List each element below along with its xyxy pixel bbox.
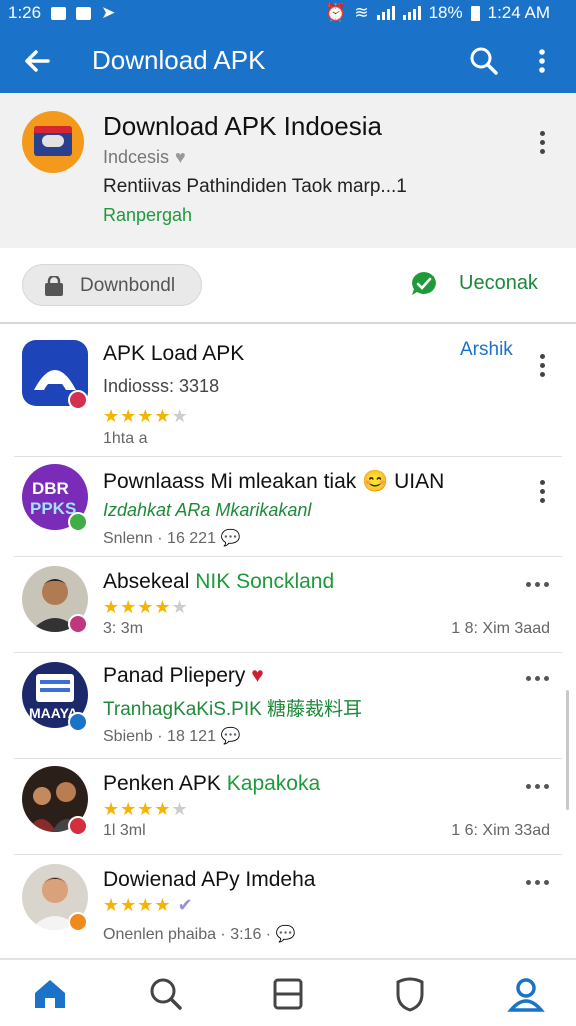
list-item[interactable]: DBR PPKS Pownlaass Mi mleakan tiak 😊 UIAN… xyxy=(0,460,576,556)
app-bar: Download APK xyxy=(0,27,576,93)
send-icon: ➤ xyxy=(101,3,116,22)
tablet-icon[interactable] xyxy=(268,974,308,1014)
featured-more-icon[interactable] xyxy=(532,131,552,154)
app-link[interactable]: Arshik xyxy=(460,339,513,361)
app-right-meta: 1 8: Xim 3aad xyxy=(451,620,550,637)
verified-icon: ✔ xyxy=(177,895,194,915)
search-icon[interactable] xyxy=(146,974,186,1014)
app-title: Penken APK Kapakoka xyxy=(103,772,320,796)
battery-icon xyxy=(470,5,480,21)
featured-app-subtitle: Indcesis ♥ xyxy=(103,147,186,168)
app-subtitle: Indiosss: 3318 xyxy=(103,376,220,396)
verified-badge-icon xyxy=(68,712,88,732)
verified-badge-icon xyxy=(68,512,88,532)
app-title-b: Kapakoka xyxy=(226,772,321,795)
app-subtitle: Izdahkat ARa Mkarikakanl xyxy=(103,500,312,520)
featured-app-tag: Ranpergah xyxy=(103,205,193,225)
app-title-b: NIK Sonckland xyxy=(195,570,335,593)
bottom-navigation xyxy=(0,958,576,1026)
app-meta: 1l 3ml xyxy=(103,822,146,839)
search-icon[interactable] xyxy=(466,43,502,79)
app-title-text: Panad Pliepery xyxy=(103,664,246,687)
featured-subtitle-text: Indcesis xyxy=(103,147,170,167)
notification-icon xyxy=(51,6,67,20)
svg-text:DBR: DBR xyxy=(32,479,69,498)
rating-stars: ★★★★★ xyxy=(103,406,189,426)
alarm-icon: ⏰ xyxy=(325,3,347,22)
verified-badge-icon xyxy=(68,390,88,410)
home-icon[interactable] xyxy=(30,974,70,1014)
item-more-icon[interactable] xyxy=(532,354,552,377)
item-more-icon[interactable] xyxy=(526,880,549,885)
verified-badge-icon xyxy=(68,912,88,932)
list-item[interactable]: Absekeal NIK Sonckland ★★★★★ 3: 3m 1 8: … xyxy=(0,560,576,650)
status-time: 1:24 AM xyxy=(487,3,550,22)
back-arrow-icon[interactable] xyxy=(18,41,58,81)
comment-icon: 💬 xyxy=(220,728,241,745)
app-title: Absekeal NIK Sonckland xyxy=(103,570,334,594)
rating-stars: ★★★★★ xyxy=(103,597,189,617)
comment-icon: 💬 xyxy=(275,926,296,943)
list-item[interactable]: APK Load APK Arshik Indiosss: 3318 ★★★★★… xyxy=(0,336,576,456)
more-vert-icon[interactable] xyxy=(528,43,556,79)
app-meta: Snlenn · 16 221 💬 xyxy=(103,528,240,548)
app-meta: 3: 3m xyxy=(103,620,144,637)
scrollbar[interactable] xyxy=(566,690,569,810)
rating-stars: ★★★★ ✔ xyxy=(103,895,194,915)
signal-icon-2 xyxy=(402,6,421,20)
featured-app-icon xyxy=(22,111,84,173)
app-title: Pownlaass Mi mleakan tiak 😊 UIAN xyxy=(103,470,445,493)
verified-badge-icon xyxy=(68,614,88,634)
app-meta-text: Sbienb · 18 121 xyxy=(103,728,216,745)
app-right-meta: 1 6: Xim 33ad xyxy=(451,822,550,839)
download-button[interactable]: Downbondl xyxy=(22,264,202,306)
app-title: APK Load APK xyxy=(103,342,245,365)
mail-icon xyxy=(76,6,92,20)
signal-icon xyxy=(376,6,395,20)
featured-actions: Downbondl Ueconak xyxy=(0,248,576,324)
app-meta: Sbienb · 18 121 💬 xyxy=(103,726,240,746)
download-button-label: Downbondl xyxy=(80,275,176,296)
item-more-icon[interactable] xyxy=(526,582,549,587)
chat-check-icon[interactable] xyxy=(410,270,438,298)
comment-icon: 💬 xyxy=(220,530,241,547)
app-meta-text: Snlenn · 16 221 xyxy=(103,530,216,547)
app-meta-text: Onenlen phaiba · 3:16 · xyxy=(103,926,276,943)
divider xyxy=(14,456,562,457)
app-title: Panad Pliepery ♥ xyxy=(103,664,264,688)
status-left-text: 1:26 xyxy=(8,3,42,22)
page-title: Download APK xyxy=(92,45,266,75)
profile-icon[interactable] xyxy=(506,974,546,1014)
list-item[interactable]: Dowienad APy Imdeha ★★★★ ✔ Onenlen phaib… xyxy=(0,858,576,954)
heart-icon: ♥ xyxy=(175,147,186,167)
list-item[interactable]: Penken APK Kapakoka ★★★★★ 1l 3ml 1 6: Xi… xyxy=(0,762,576,852)
status-bar: 1:26 ➤ ⏰ ≋ 18% 1:24 AM xyxy=(0,0,576,27)
divider xyxy=(14,652,562,653)
rating-stars: ★★★★★ xyxy=(103,799,189,819)
app-meta: 1hta a xyxy=(103,430,148,447)
lock-icon xyxy=(45,276,63,296)
shield-icon[interactable] xyxy=(390,974,430,1014)
battery-text: 18% xyxy=(428,3,463,22)
app-title-a: Penken APK xyxy=(103,772,221,795)
app-meta: Onenlen phaiba · 3:16 · 💬 xyxy=(103,924,295,944)
featured-app-title: Download APK Indoesia xyxy=(103,111,382,141)
divider xyxy=(14,556,562,557)
wifi-icon: ≋ xyxy=(354,3,369,22)
item-more-icon[interactable] xyxy=(526,784,549,789)
app-title: Dowienad APy Imdeha xyxy=(103,868,316,891)
divider xyxy=(14,854,562,855)
divider xyxy=(14,758,562,759)
featured-app-description: Rentiivas Pathindiden Taok marp...1 xyxy=(103,176,407,197)
item-more-icon[interactable] xyxy=(526,676,549,681)
list-item[interactable]: MAAYA Panad Pliepery ♥ TranhagKaKiS.PIK … xyxy=(0,656,576,756)
chat-label[interactable]: Ueconak xyxy=(459,272,538,295)
featured-app-card[interactable]: Download APK Indoesia Indcesis ♥ Rentiiva… xyxy=(0,93,576,248)
item-more-icon[interactable] xyxy=(532,480,552,503)
verified-badge-icon xyxy=(68,816,88,836)
heart-icon: ♥ xyxy=(251,664,264,687)
app-subtitle: TranhagKaKiS.PIK 糖藤裁料耳 xyxy=(103,699,363,720)
app-title-a: Absekeal xyxy=(103,570,190,593)
